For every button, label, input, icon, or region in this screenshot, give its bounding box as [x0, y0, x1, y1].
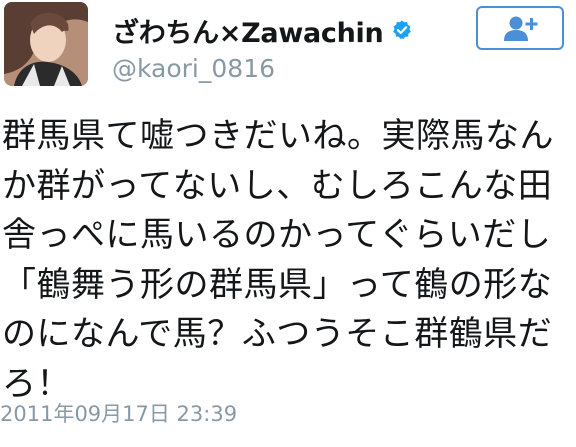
tweet-text-line: 舎っぺに馬いるのかってぐらいだし: [2, 215, 552, 255]
tweet-card: ざわちん×Zawachin @kaori_0816 群馬県て嘘つきだいね。実際馬…: [0, 0, 576, 447]
avatar[interactable]: [4, 2, 88, 86]
tweet-text-line: 群馬県て嘘つきだいね。実際馬なん: [2, 116, 554, 156]
tweet-text-line: 「鶴舞う形の群馬県」って鶴の形な: [2, 264, 553, 305]
tweet-text-line: か群がってないし、むしろこんな田: [2, 165, 553, 206]
add-user-icon: [504, 16, 538, 41]
tweet-timestamp[interactable]: 2011年09月17日 23:39: [0, 398, 237, 428]
user-name-row: ざわちん×Zawachin: [112, 10, 413, 50]
user-handle[interactable]: @kaori_0816: [112, 54, 275, 83]
verified-badge-icon: [393, 20, 412, 40]
follow-button[interactable]: [476, 6, 564, 50]
profile-photo-icon: [4, 2, 88, 86]
tweet-text-line: のになんで馬？ふつうそこ群鶴県だ: [2, 314, 553, 354]
tweet-text: 群馬県て嘘つきだいね。実際馬なん か群がってないし、むしろこんな田 舎っぺに馬い…: [2, 112, 574, 409]
display-name[interactable]: ざわちん×Zawachin: [112, 11, 384, 50]
